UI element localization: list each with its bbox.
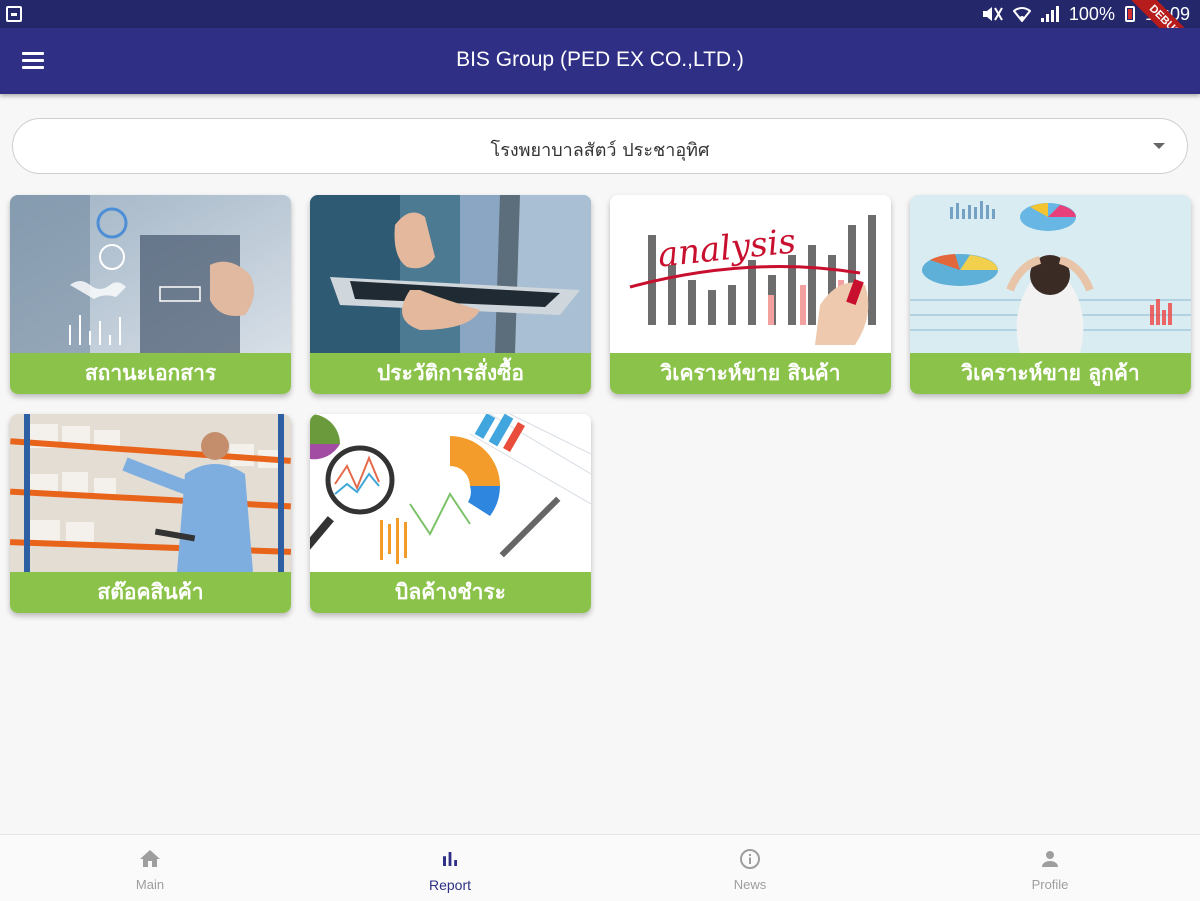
dropdown-arrow-icon	[1153, 143, 1165, 149]
nav-item-report[interactable]: Report	[300, 835, 600, 901]
battery-icon	[1124, 6, 1135, 22]
menu-card-document-status[interactable]: สถานะเอกสาร	[10, 195, 291, 394]
home-icon	[140, 850, 160, 867]
menu-card-label: วิเคราะห์ขาย สินค้า	[610, 353, 891, 394]
mute-icon	[982, 7, 1003, 21]
person-icon	[1042, 851, 1058, 867]
nav-label-main: Main	[135, 877, 165, 892]
menu-card-label: ประวัติการสั่งซื้อ	[310, 353, 591, 394]
menu-card-outstanding-bills[interactable]: บิลค้างชำระ	[310, 414, 591, 613]
nav-item-profile[interactable]: Profile	[900, 835, 1200, 901]
nav-item-news[interactable]: News	[600, 835, 900, 901]
menu-card-stock[interactable]: สต๊อคสินค้า	[10, 414, 291, 613]
nav-item-main[interactable]: Main	[0, 835, 300, 901]
bar-chart-icon	[443, 852, 457, 866]
signal-icon	[1040, 6, 1059, 22]
app-title: BIS Group (PED EX CO.,LTD.)	[456, 48, 744, 71]
nav-label-report: Report	[428, 877, 472, 893]
menu-card-label: วิเคราะห์ขาย ลูกค้า	[910, 353, 1191, 394]
menu-card-label: สถานะเอกสาร	[10, 353, 291, 394]
wifi-icon	[1012, 7, 1031, 22]
menu-card-label: สต๊อคสินค้า	[10, 572, 291, 613]
business-world-map-image	[10, 195, 291, 353]
magnifier-charts-image	[310, 414, 591, 572]
nav-label-news: News	[733, 877, 767, 892]
battery-percent: 100%	[1068, 3, 1115, 24]
branch-dropdown-value: โรงพยาบาลสัตว์ ประชาอุทิศ	[490, 140, 710, 161]
branch-dropdown[interactable]: โรงพยาบาลสัตว์ ประชาอุทิศ	[12, 118, 1188, 174]
tablet-touch-image	[310, 195, 591, 353]
woman-charts-image	[910, 195, 1191, 353]
nav-label-profile: Profile	[1031, 877, 1069, 892]
menu-card-customer-sales-analysis[interactable]: วิเคราะห์ขาย ลูกค้า	[910, 195, 1191, 394]
status-bar: 100% 14:09 DEBUG	[0, 0, 1200, 81]
menu-card-order-history[interactable]: ประวัติการสั่งซื้อ	[310, 195, 591, 394]
warehouse-man-image	[10, 414, 291, 572]
app-bar: BIS Group (PED EX CO.,LTD.)	[0, 28, 1200, 94]
menu-card-label: บิลค้างชำระ	[310, 572, 591, 613]
info-icon	[740, 849, 760, 869]
screenshot-notification-icon	[6, 6, 22, 22]
analysis-chart-image: analysis	[610, 195, 891, 353]
bottom-navigation: Main Report News Profile	[0, 834, 1200, 901]
menu-card-product-sales-analysis[interactable]: analysis วิเคราะห์ขาย สินค้า	[610, 195, 891, 394]
